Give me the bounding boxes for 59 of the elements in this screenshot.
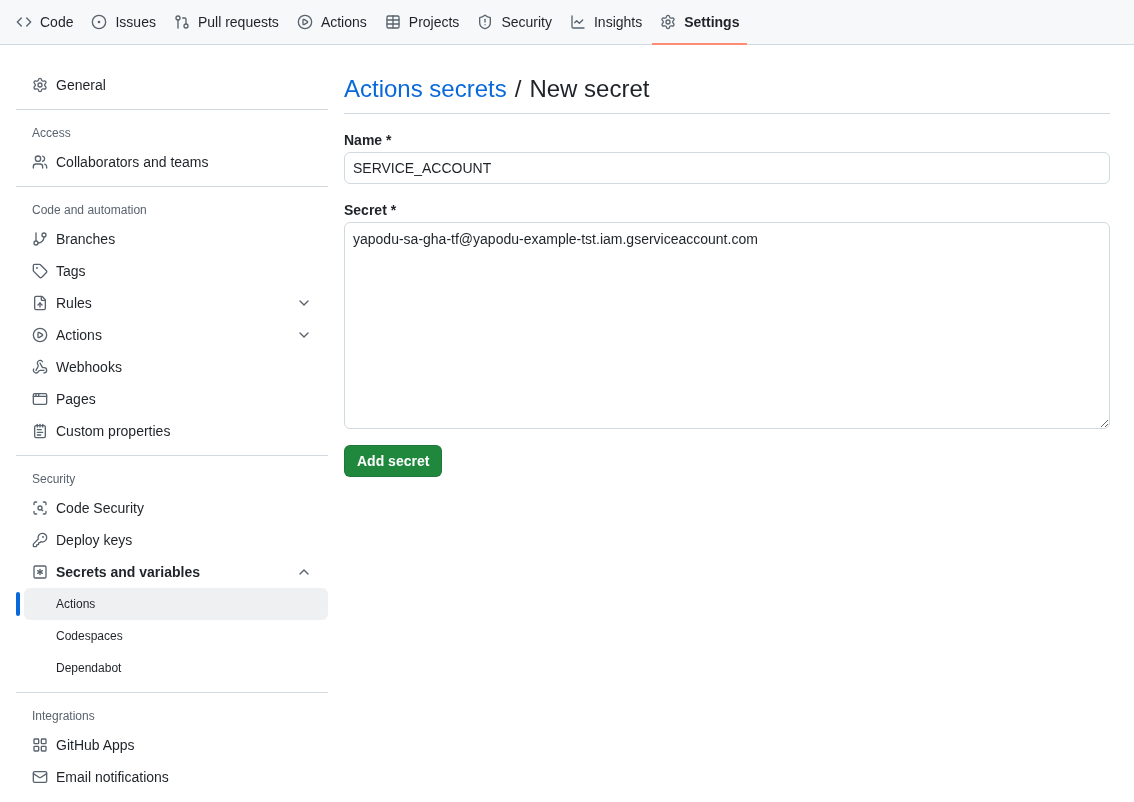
sidebar-item[interactable]: GitHub Apps [16,729,328,761]
repo-tab[interactable]: Actions [288,0,375,45]
repo-tab[interactable]: Settings [652,0,748,45]
sidebar-item[interactable]: Secrets and variables [16,556,328,588]
item-icon [32,231,48,247]
sidebar-item[interactable]: Deploy keys [16,524,328,556]
sidebar-subitem[interactable]: Actions [24,588,328,620]
item-icon [32,327,48,343]
sidebar-item[interactable]: Code Security [16,492,328,524]
item-icon [32,391,48,407]
section-heading: Access [31,125,72,142]
tab-icon [384,13,401,30]
secret-textarea[interactable]: yapodu-sa-gha-tf@yapodu-example-tst.iam.gserviceaccount.com [344,222,1110,429]
name-input[interactable]: SERVICE_ACCOUNT [344,152,1110,184]
repo-tab[interactable]: Pull requests [165,0,287,45]
tab-icon [660,13,677,30]
item-icon [32,263,48,279]
sidebar-item[interactable]: Tags [16,255,328,287]
field-label: Secret * [344,202,398,218]
sidebar-item[interactable]: Webhooks [16,351,328,383]
section-heading: Security [31,471,77,488]
active-indicator [16,592,20,616]
field-label: Name * [344,132,393,148]
sidebar-item[interactable]: Pages [16,383,328,415]
repo-tab[interactable]: Issues [83,0,164,45]
item-icon [32,77,48,93]
sidebar-item[interactable]: Branches [16,223,328,255]
item-icon [32,295,48,311]
page-title: New secret [529,75,650,103]
tab-icon [91,13,108,30]
item-icon [32,423,48,439]
item-icon [32,769,48,785]
item-icon [32,500,48,516]
tab-icon [569,13,586,30]
sidebar-subitem[interactable]: Dependabot [24,652,328,684]
repo-tab[interactable]: Code [8,0,82,45]
item-icon [32,154,48,170]
section-heading: Code and automation [31,202,148,219]
sidebar-item[interactable]: Email notifications [16,761,328,793]
tab-icon [173,13,190,30]
sidebar-item[interactable]: General [16,69,328,101]
tab-icon [296,13,313,30]
item-icon [32,564,48,580]
sidebar-item[interactable]: Rules [16,287,328,319]
sidebar-subitem[interactable]: Codespaces [24,620,328,652]
sidebar-item[interactable]: Actions [16,319,328,351]
add-secret-button[interactable]: Add secret [344,445,443,477]
section-heading: Integrations [31,708,96,725]
repo-tab[interactable]: Projects [376,0,468,45]
sidebar-item[interactable]: Custom properties [16,415,328,447]
breadcrumb-separator: / [514,75,522,103]
repo-tab[interactable]: Security [469,0,560,45]
repo-tab[interactable]: Insights [561,0,651,45]
item-icon [32,737,48,753]
item-icon [32,532,48,548]
item-icon [32,359,48,375]
breadcrumb-link[interactable]: Actions secrets [344,75,507,103]
sidebar-item[interactable]: Collaborators and teams [16,146,328,178]
tab-icon [477,13,494,30]
